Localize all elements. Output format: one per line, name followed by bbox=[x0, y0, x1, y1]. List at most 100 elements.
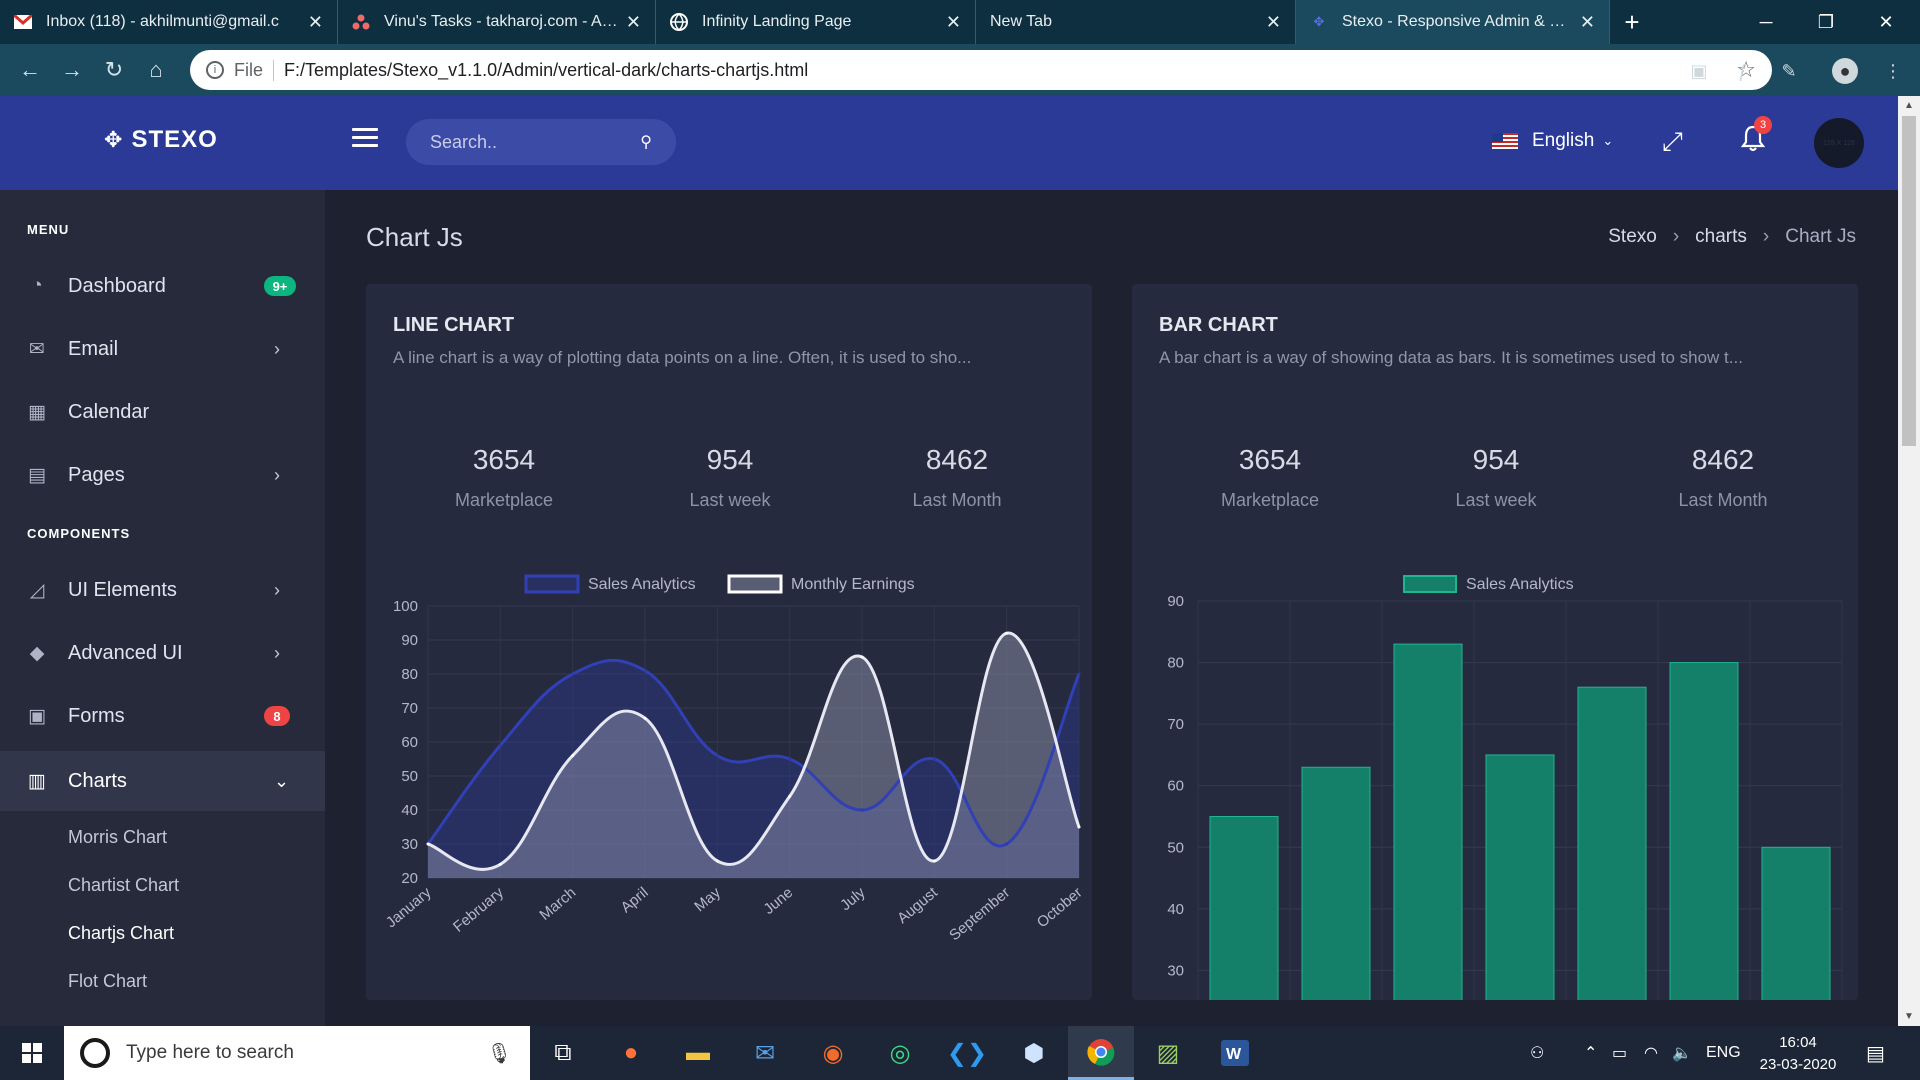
sidebar-item-label: Pages bbox=[68, 463, 125, 486]
people-icon[interactable]: ⚇ bbox=[1530, 1026, 1544, 1080]
scroll-up-icon[interactable]: ▲ bbox=[1904, 100, 1914, 111]
notification-bell-icon[interactable]: 3 bbox=[1740, 116, 1772, 159]
address-input[interactable]: i File F:/Templates/Stexo_v1.1.0/Admin/v… bbox=[190, 50, 1772, 90]
input-language[interactable]: ENG bbox=[1706, 1026, 1741, 1080]
language-selector[interactable]: English ⌄ bbox=[1492, 130, 1613, 152]
sidebar-item-email[interactable]: ✉ Email › bbox=[0, 319, 325, 379]
x-tick-label: September bbox=[946, 884, 1013, 944]
sidebar-item-ui-elements[interactable]: ◿ UI Elements › bbox=[0, 560, 325, 620]
extension-icon[interactable]: ▣ bbox=[1686, 58, 1712, 84]
data-point bbox=[498, 743, 502, 747]
browser-tab-active[interactable]: ✥ Stexo - Responsive Admin & Das ✕ bbox=[1296, 0, 1610, 44]
browser-tab-strip: Inbox (118) - akhilmunti@gmail.c ✕ Vinu'… bbox=[0, 0, 1920, 44]
chevron-right-icon: › bbox=[274, 464, 280, 485]
extension-icon[interactable]: ƒ bbox=[1730, 58, 1756, 84]
volume-icon[interactable]: 🔈 bbox=[1672, 1026, 1692, 1080]
battery-icon[interactable]: ▭ bbox=[1612, 1026, 1627, 1080]
extension-icon[interactable]: ✎ bbox=[1776, 58, 1802, 84]
windows-logo-icon bbox=[22, 1043, 42, 1063]
clipboard-icon: ▣ bbox=[28, 705, 46, 727]
menu-toggle-icon[interactable] bbox=[352, 128, 378, 148]
brand-logo[interactable]: ✥ STEXO bbox=[104, 126, 218, 154]
browser-tab[interactable]: Infinity Landing Page ✕ bbox=[656, 0, 976, 44]
data-point bbox=[788, 757, 792, 761]
sidebar: MENU ◔ Dashboard 9+ ✉ Email › ▦ Calendar… bbox=[0, 190, 325, 1026]
bar-chart: 2030405060708090JanuaryFebruaryMarchApri… bbox=[1167, 575, 1843, 1000]
scroll-down-icon[interactable]: ▼ bbox=[1904, 1011, 1914, 1022]
sidebar-item-advanced-ui[interactable]: ◆ Advanced UI › bbox=[0, 623, 325, 683]
action-center-icon[interactable]: ▤ bbox=[1866, 1026, 1885, 1080]
tab-title: Stexo - Responsive Admin & Das bbox=[1342, 13, 1572, 30]
start-button[interactable] bbox=[0, 1026, 64, 1080]
back-icon[interactable]: ← bbox=[12, 52, 48, 88]
image-editor-icon[interactable]: ▨ bbox=[1135, 1026, 1201, 1080]
browser-tab[interactable]: Inbox (118) - akhilmunti@gmail.c ✕ bbox=[0, 0, 338, 44]
compass-app-icon[interactable]: ◉ bbox=[800, 1026, 866, 1080]
reload-icon[interactable]: ↻ bbox=[96, 52, 132, 88]
chevron-right-icon: › bbox=[274, 579, 280, 600]
y-tick-label: 50 bbox=[401, 768, 418, 785]
close-icon[interactable]: ✕ bbox=[1580, 12, 1595, 33]
task-view-icon[interactable]: ⧉ bbox=[530, 1026, 596, 1080]
wifi-icon[interactable]: ◠ bbox=[1644, 1026, 1658, 1080]
y-tick-label: 80 bbox=[401, 666, 418, 683]
submenu-chartist-chart[interactable]: Chartist Chart bbox=[68, 875, 179, 896]
android-studio-icon[interactable]: ◎ bbox=[867, 1026, 933, 1080]
home-icon[interactable]: ⌂ bbox=[138, 52, 174, 88]
browser-menu-icon[interactable]: ⋮ bbox=[1880, 58, 1906, 84]
search-input[interactable]: Search.. ⚲ bbox=[406, 119, 676, 165]
sidebar-item-label: Charts bbox=[68, 769, 127, 792]
taskbar-search-input[interactable]: Type here to search 🎙 bbox=[64, 1026, 530, 1080]
minimize-button[interactable]: ─ bbox=[1736, 0, 1796, 44]
fullscreen-icon[interactable]: ⤢ bbox=[1662, 126, 1683, 158]
close-icon[interactable]: ✕ bbox=[626, 12, 641, 33]
close-icon[interactable]: ✕ bbox=[308, 12, 323, 33]
legend-swatch bbox=[727, 574, 783, 594]
us-flag-icon bbox=[1492, 133, 1518, 149]
page-scrollbar[interactable]: ▲ ▼ bbox=[1898, 96, 1920, 1026]
search-icon[interactable]: ⚲ bbox=[640, 132, 652, 152]
sidebar-item-dashboard[interactable]: ◔ Dashboard 9+ bbox=[0, 256, 325, 316]
close-icon[interactable]: ✕ bbox=[1266, 12, 1281, 33]
line-chart-card: LINE CHART A line chart is a way of plot… bbox=[366, 284, 1092, 1000]
sidebar-item-calendar[interactable]: ▦ Calendar bbox=[0, 382, 325, 442]
vscode-icon[interactable]: ❮❯ bbox=[934, 1026, 1000, 1080]
cortana-icon bbox=[80, 1038, 110, 1068]
file-explorer-icon[interactable]: ▬ bbox=[665, 1026, 731, 1080]
word-icon[interactable]: W bbox=[1202, 1026, 1268, 1080]
breadcrumb-item[interactable]: charts bbox=[1695, 226, 1747, 248]
breadcrumb: Stexo › charts › Chart Js bbox=[1608, 226, 1856, 248]
restore-button[interactable]: ❐ bbox=[1796, 0, 1856, 44]
profile-avatar[interactable]: ● bbox=[1832, 58, 1858, 84]
scrollbar-thumb[interactable] bbox=[1902, 116, 1916, 446]
main-content: Chart Js Stexo › charts › Chart Js LINE … bbox=[325, 190, 1898, 1026]
clock[interactable]: 16:04 23-03-2020 bbox=[1748, 1032, 1848, 1076]
x-tick-label: March bbox=[536, 884, 579, 924]
browser-tab[interactable]: Vinu's Tasks - takharoj.com - Asa ✕ bbox=[338, 0, 656, 44]
browser-tab[interactable]: New Tab ✕ bbox=[976, 0, 1296, 44]
virtualbox-icon[interactable]: ⬢ bbox=[1001, 1026, 1067, 1080]
data-point bbox=[498, 862, 502, 866]
stexo-icon: ✥ bbox=[1313, 14, 1325, 29]
submenu-chartjs-chart[interactable]: Chartjs Chart bbox=[68, 923, 174, 944]
firefox-icon[interactable]: ● bbox=[598, 1026, 664, 1080]
close-icon[interactable]: ✕ bbox=[946, 12, 961, 33]
sidebar-item-charts[interactable]: ▥ Charts ⌄ bbox=[0, 751, 325, 811]
submenu-morris-chart[interactable]: Morris Chart bbox=[68, 827, 167, 848]
thunderbird-icon[interactable]: ✉ bbox=[732, 1026, 798, 1080]
x-tick-label: January bbox=[383, 884, 435, 932]
close-window-button[interactable]: ✕ bbox=[1856, 0, 1916, 44]
legend-label: Sales Analytics bbox=[1466, 576, 1574, 593]
show-hidden-icons[interactable]: ⌃ bbox=[1584, 1026, 1597, 1080]
bar bbox=[1301, 766, 1371, 1000]
info-icon[interactable]: i bbox=[206, 61, 224, 79]
chrome-icon[interactable] bbox=[1068, 1026, 1134, 1080]
submenu-flot-chart[interactable]: Flot Chart bbox=[68, 971, 147, 992]
new-tab-button[interactable]: + bbox=[1610, 0, 1654, 44]
breadcrumb-item[interactable]: Stexo bbox=[1608, 226, 1657, 248]
microphone-icon[interactable]: 🎙 bbox=[487, 1041, 512, 1066]
sidebar-item-pages[interactable]: ▤ Pages › bbox=[0, 445, 325, 505]
sidebar-item-forms[interactable]: ▣ Forms 8 bbox=[0, 686, 325, 746]
forward-icon[interactable]: → bbox=[54, 52, 90, 88]
user-avatar[interactable]: 128 X 128 bbox=[1814, 118, 1864, 168]
